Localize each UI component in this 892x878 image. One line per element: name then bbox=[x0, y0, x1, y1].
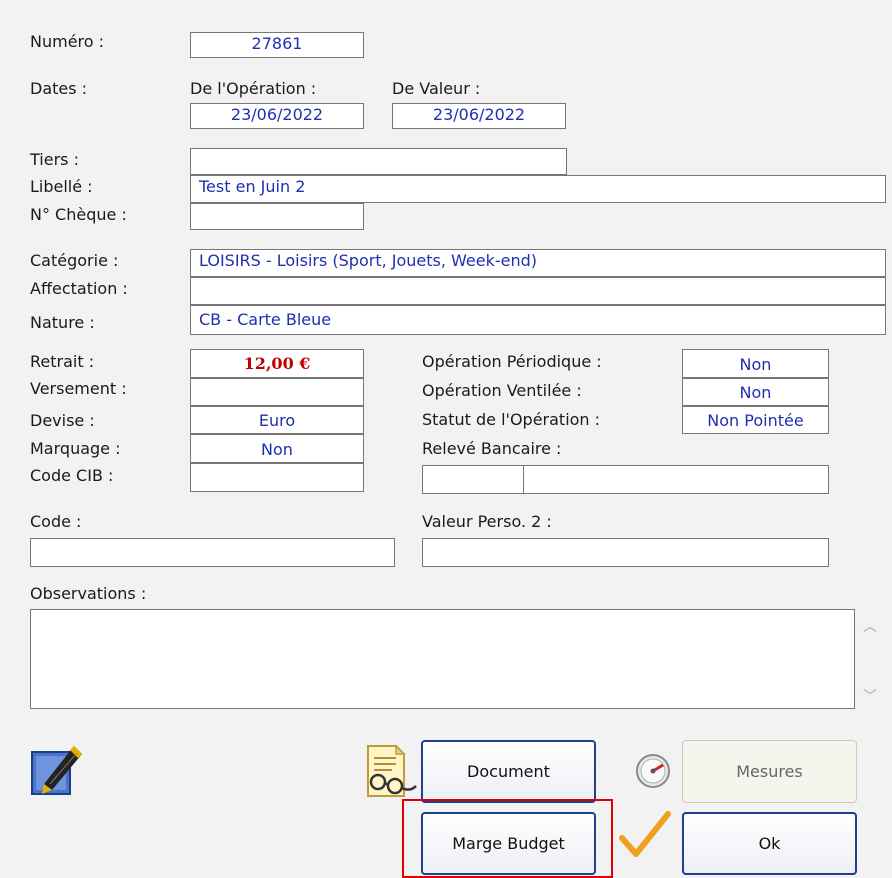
nature-field[interactable]: CB - Carte Bleue bbox=[190, 305, 886, 335]
versement-field[interactable] bbox=[190, 378, 364, 406]
date-valeur-field[interactable]: 23/06/2022 bbox=[392, 103, 566, 129]
numero-field[interactable]: 27861 bbox=[190, 32, 364, 58]
date-operation-label: De l'Opération : bbox=[190, 79, 317, 98]
operation-ventilee-field[interactable]: Non bbox=[682, 378, 829, 406]
code-label: Code : bbox=[30, 512, 82, 531]
observations-label: Observations : bbox=[30, 584, 147, 603]
releve-bancaire-label: Relevé Bancaire : bbox=[422, 439, 562, 458]
date-valeur-label: De Valeur : bbox=[392, 79, 481, 98]
categorie-field[interactable]: LOISIRS - Loisirs (Sport, Jouets, Week-e… bbox=[190, 249, 886, 277]
date-operation-field[interactable]: 23/06/2022 bbox=[190, 103, 364, 129]
code-field[interactable] bbox=[30, 538, 395, 567]
code-cib-field[interactable] bbox=[190, 463, 364, 492]
dates-label: Dates : bbox=[30, 79, 88, 98]
valeur-perso-2-field[interactable] bbox=[422, 538, 829, 567]
mesures-button[interactable]: Mesures bbox=[682, 740, 857, 803]
versement-label: Versement : bbox=[30, 379, 127, 398]
libelle-field[interactable]: Test en Juin 2 bbox=[190, 175, 886, 203]
libelle-label: Libellé : bbox=[30, 177, 93, 196]
tiers-field[interactable] bbox=[190, 148, 567, 175]
devise-field[interactable]: Euro bbox=[190, 406, 364, 434]
checkmark-icon bbox=[616, 808, 674, 866]
numero-label: Numéro : bbox=[30, 32, 105, 51]
document-glasses-icon bbox=[362, 742, 420, 800]
gauge-icon bbox=[634, 752, 672, 790]
operation-ventilee-label: Opération Ventilée : bbox=[422, 381, 582, 400]
categorie-label: Catégorie : bbox=[30, 251, 119, 270]
affectation-label: Affectation : bbox=[30, 279, 128, 298]
releve-bancaire-field-2[interactable] bbox=[523, 465, 829, 494]
devise-label: Devise : bbox=[30, 411, 95, 430]
operation-periodique-field[interactable]: Non bbox=[682, 349, 829, 378]
releve-bancaire-field-1[interactable] bbox=[422, 465, 524, 494]
scroll-up-icon[interactable]: ︿ bbox=[863, 616, 877, 636]
no-cheque-label: N° Chèque : bbox=[30, 205, 127, 224]
valeur-perso-2-label: Valeur Perso. 2 : bbox=[422, 512, 552, 531]
retrait-label: Retrait : bbox=[30, 352, 95, 371]
statut-operation-label: Statut de l'Opération : bbox=[422, 410, 601, 429]
affectation-field[interactable] bbox=[190, 277, 886, 305]
operation-periodique-label: Opération Périodique : bbox=[422, 352, 602, 371]
ok-button[interactable]: Ok bbox=[682, 812, 857, 875]
marge-budget-button[interactable]: Marge Budget bbox=[421, 812, 596, 875]
marquage-field[interactable]: Non bbox=[190, 434, 364, 463]
document-button[interactable]: Document bbox=[421, 740, 596, 803]
no-cheque-field[interactable] bbox=[190, 203, 364, 230]
statut-operation-field[interactable]: Non Pointée bbox=[682, 406, 829, 434]
edit-pen-icon[interactable] bbox=[30, 740, 86, 796]
retrait-field[interactable]: 12,00 € bbox=[190, 349, 364, 378]
observations-field[interactable] bbox=[30, 609, 855, 709]
tiers-label: Tiers : bbox=[30, 150, 79, 169]
marquage-label: Marquage : bbox=[30, 439, 121, 458]
code-cib-label: Code CIB : bbox=[30, 466, 114, 485]
nature-label: Nature : bbox=[30, 313, 95, 332]
scroll-down-icon[interactable]: ﹀ bbox=[863, 686, 877, 706]
